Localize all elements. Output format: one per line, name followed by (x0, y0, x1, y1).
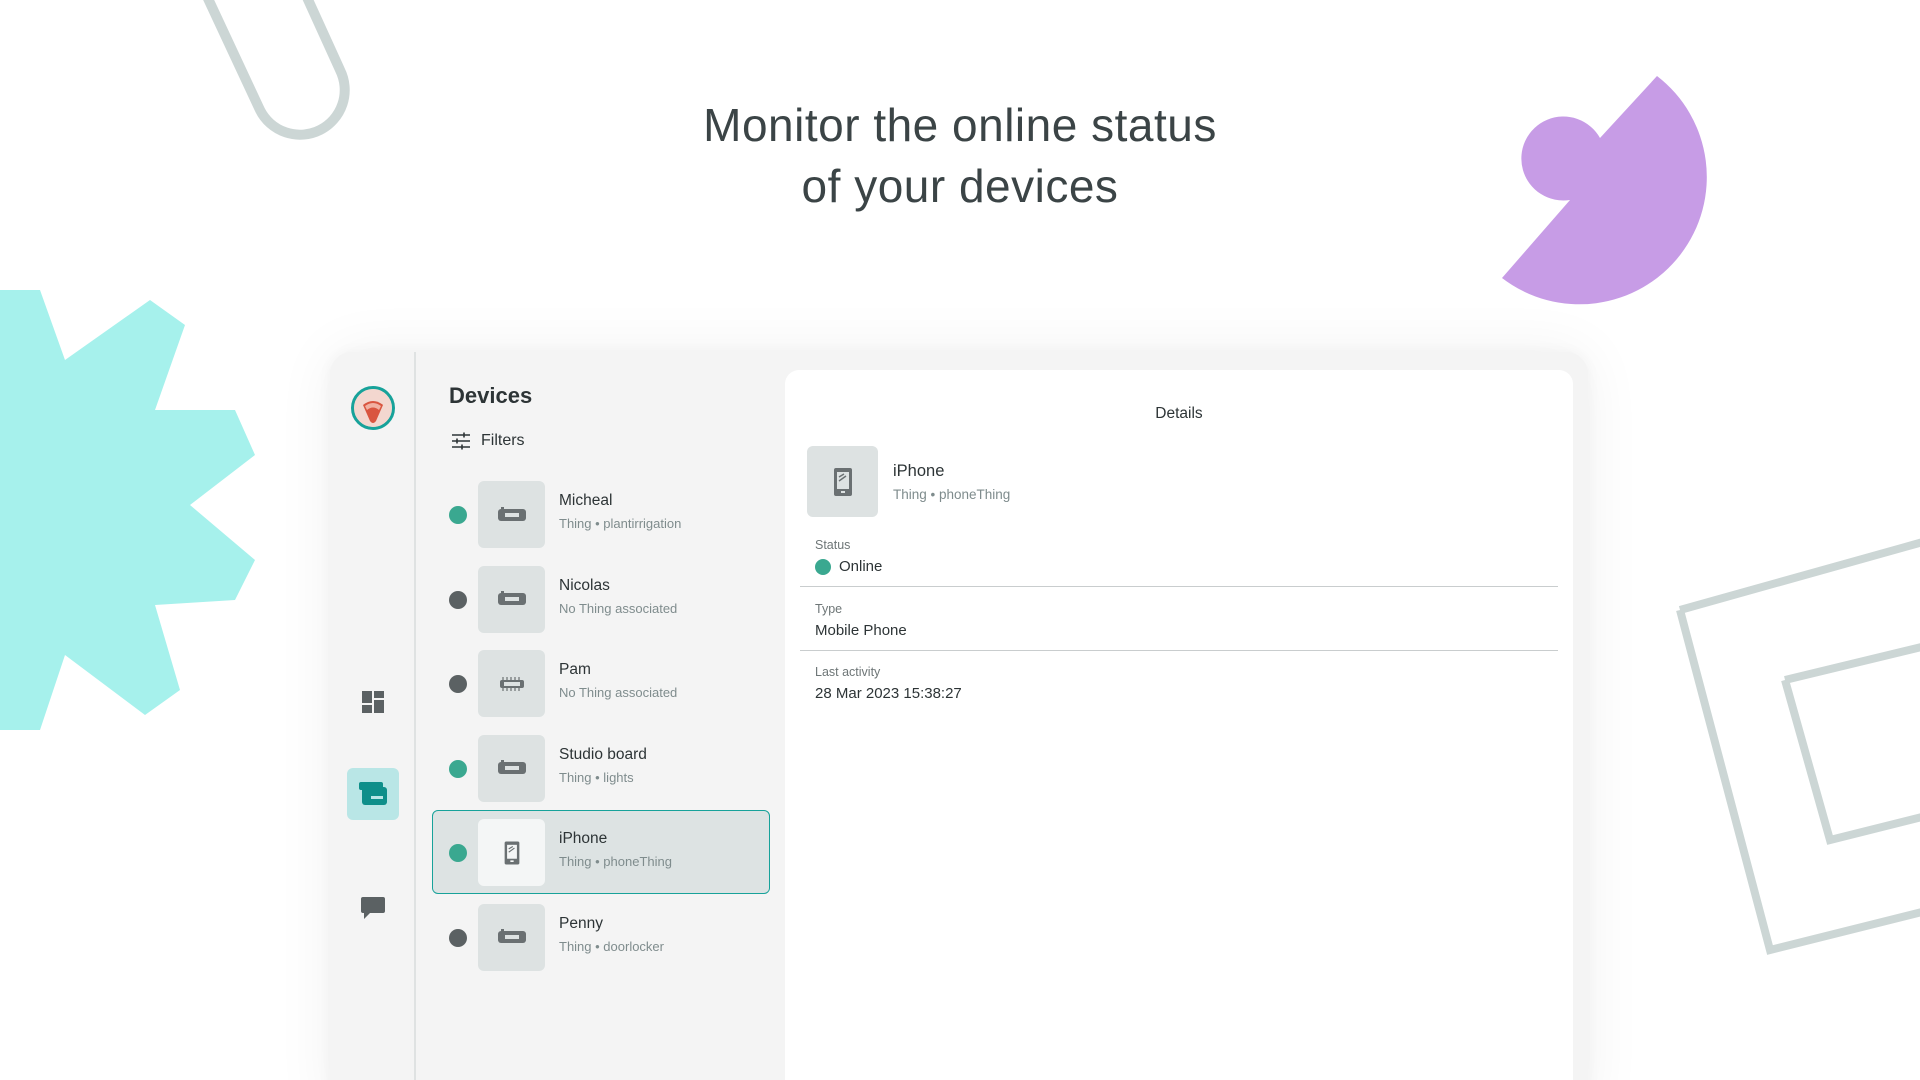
board-icon (497, 506, 526, 521)
decorative-gear-shape (0, 290, 255, 730)
status-field: Status Online (800, 538, 1558, 587)
status-value: Online (839, 558, 883, 575)
type-field: Type Mobile Phone (800, 602, 1558, 651)
nav-devices-button[interactable] (347, 768, 399, 820)
device-subtitle: No Thing associated (559, 685, 678, 700)
device-thumbnail (478, 903, 545, 971)
device-thumbnail (478, 819, 545, 886)
board-icon (497, 760, 526, 774)
chip-icon (499, 676, 524, 691)
device-thumbnail (478, 565, 545, 633)
device-thumbnail (478, 650, 545, 717)
type-label: Type (815, 602, 843, 616)
hero-line-1: Monitor the online status (703, 99, 1217, 151)
decorative-squares-shape (1676, 538, 1920, 955)
chat-icon (361, 897, 385, 919)
device-row[interactable]: Pam No Thing associated (432, 641, 770, 725)
offline-status-dot-icon (449, 675, 467, 693)
device-row[interactable]: Penny Thing • doorlocker (432, 895, 770, 979)
device-row[interactable]: Micheal Thing • plantirrigation (432, 472, 770, 556)
detail-device-thumbnail (807, 446, 878, 517)
detail-device-name: iPhone (893, 462, 945, 480)
device-subtitle: No Thing associated (559, 600, 678, 616)
devices-icon (359, 782, 387, 805)
stage: Monitor the online status of your device… (0, 0, 1920, 1080)
phone-icon (833, 467, 852, 496)
detail-device-subtitle: Thing • phoneThing (893, 487, 1011, 502)
device-list-title: Devices (449, 383, 533, 408)
hero-heading: Monitor the online status of your device… (560, 95, 1360, 217)
device-subtitle: Thing • doorlocker (559, 938, 664, 954)
last-activity-value: 28 Mar 2023 15:38:27 (815, 685, 962, 702)
device-row[interactable]: Nicolas No Thing associated (432, 557, 770, 641)
device-name: Nicolas (559, 576, 610, 594)
avatar-illustration-icon (354, 389, 392, 427)
online-status-dot-icon (449, 844, 467, 862)
decorative-clip-shape (203, 0, 350, 140)
dashboard-icon (362, 691, 384, 713)
hero-line-2: of your devices (801, 160, 1119, 212)
status-value-row: Online (815, 558, 1543, 575)
device-subtitle: Thing • plantirrigation (559, 516, 682, 531)
device-row[interactable]: iPhone Thing • phoneThing (432, 810, 770, 894)
decorative-moon-shape (1502, 76, 1707, 305)
last-activity-label: Last activity (815, 665, 881, 679)
online-status-dot-icon (449, 506, 467, 524)
online-status-dot-icon (449, 759, 467, 778)
offline-status-dot-icon (449, 590, 467, 609)
nav-rail (330, 352, 416, 1080)
details-title: Details (1155, 405, 1203, 422)
board-icon (497, 929, 526, 943)
device-name: Pam (559, 661, 591, 678)
offline-status-dot-icon (449, 928, 467, 947)
filters-label: Filters (481, 432, 525, 449)
nav-messages-button[interactable] (347, 882, 399, 934)
device-name: iPhone (559, 830, 608, 847)
device-row[interactable]: Studio board Thing • lights (432, 726, 770, 810)
device-subtitle: Thing • lights (559, 769, 634, 785)
device-thumbnail (478, 481, 545, 548)
filters-button[interactable]: Filters (451, 432, 525, 450)
board-icon (497, 591, 526, 605)
status-label: Status (815, 538, 851, 552)
last-activity-field: Last activity 28 Mar 2023 15:38:27 (800, 665, 1558, 702)
phone-icon (504, 841, 519, 864)
avatar[interactable] (351, 386, 395, 430)
device-name: Studio board (559, 745, 647, 763)
device-list-panel: Devices Filters Micheal Thing • plantirri… (430, 352, 780, 1080)
device-subtitle: Thing • phoneThing (559, 854, 672, 869)
type-value: Mobile Phone (815, 622, 907, 639)
online-status-dot-icon (815, 558, 831, 575)
nav-dashboard-button[interactable] (347, 676, 399, 728)
device-name: Penny (559, 914, 603, 932)
filter-sliders-icon (452, 432, 470, 450)
device-thumbnail (478, 734, 545, 802)
app-window: Devices Filters Micheal Thing • plantirri… (330, 352, 1588, 1080)
device-name: Micheal (559, 492, 613, 509)
details-panel: Details iPhone Thing • phoneThing Status… (785, 370, 1573, 1080)
